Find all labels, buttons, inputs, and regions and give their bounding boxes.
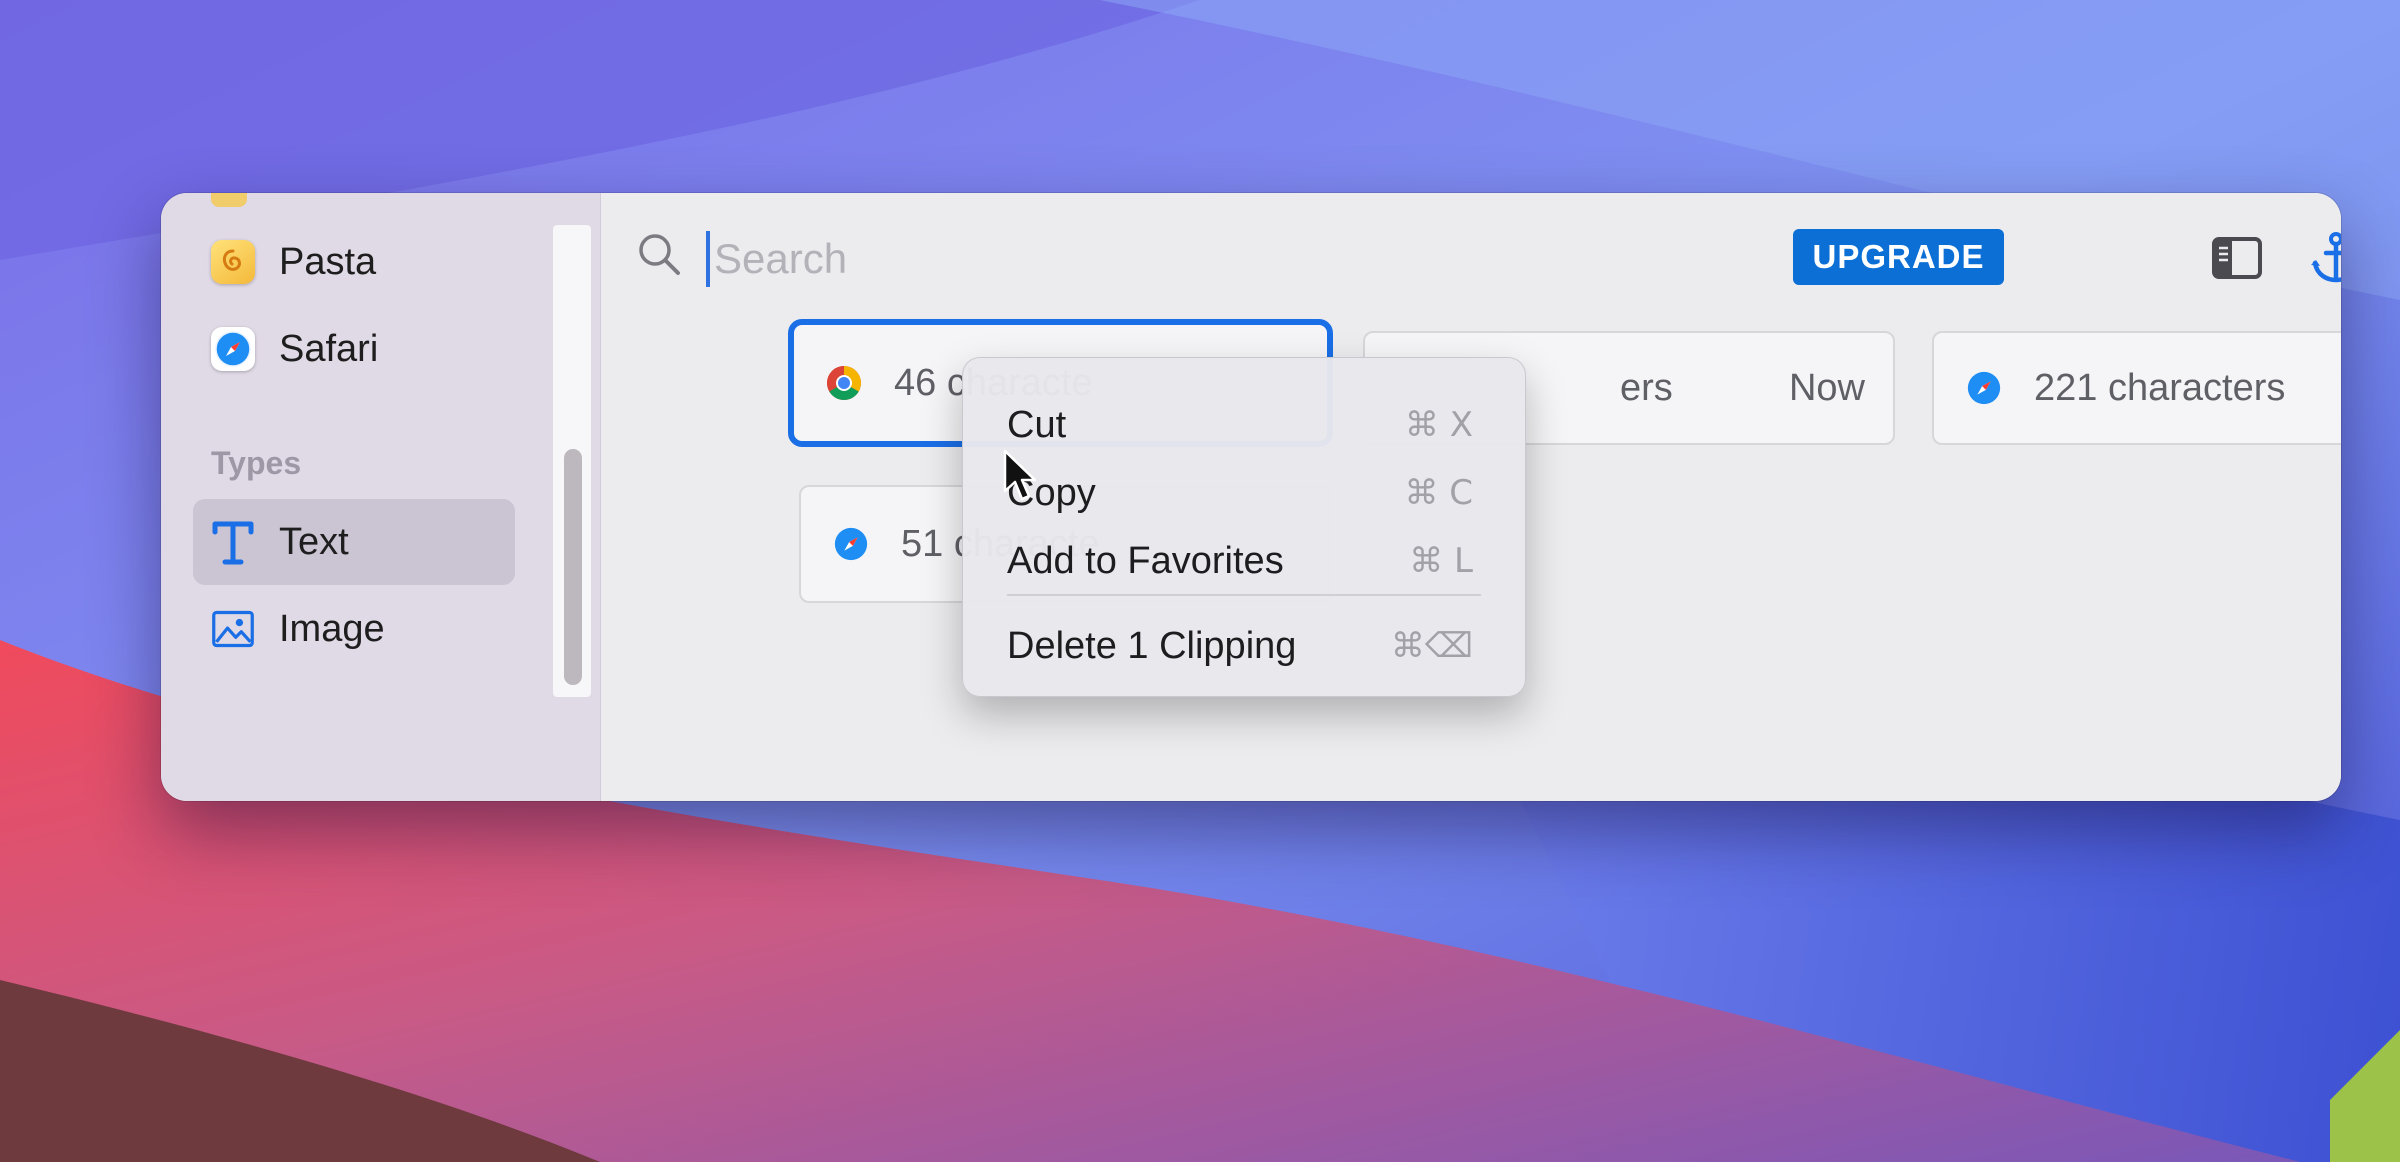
search-icon xyxy=(636,231,682,282)
sidebar-toggle-icon[interactable] xyxy=(2206,227,2268,289)
menu-item-label: Delete 1 Clipping xyxy=(1007,624,1297,667)
sidebar-item-label: Safari xyxy=(279,327,379,370)
menu-item-add-to-favorites[interactable]: Add to Favorites ⌘ L xyxy=(1007,530,1481,592)
clipping-time: Now xyxy=(1788,366,1865,409)
pasta-app-icon xyxy=(211,240,255,284)
anchor-icon[interactable] xyxy=(2305,227,2341,289)
clipping-summary: ers xyxy=(1620,366,1673,409)
sidebar-item-safari[interactable]: Safari xyxy=(193,306,515,392)
upgrade-button[interactable]: UPGRADE xyxy=(1793,229,2004,285)
sidebar-scrollbar-thumb[interactable] xyxy=(564,449,582,685)
mouse-pointer-icon xyxy=(1003,449,1037,501)
menu-item-label: Cut xyxy=(1007,403,1067,446)
chrome-icon xyxy=(824,363,864,403)
context-menu: Cut ⌘ X Copy ⌘ C Add to Favorites ⌘ L De… xyxy=(962,357,1526,697)
menu-item-copy[interactable]: Copy ⌘ C xyxy=(1007,462,1481,524)
sidebar-item-label: Image xyxy=(279,607,385,650)
menu-item-cut[interactable]: Cut ⌘ X xyxy=(1007,394,1481,456)
menu-item-delete-clipping[interactable]: Delete 1 Clipping ⌘⌫ xyxy=(1007,615,1481,677)
menu-shortcut: ⌘ L xyxy=(1409,541,1473,581)
chrome-app-icon xyxy=(211,193,247,207)
sidebar: Pasta Safari Types Text Image xyxy=(161,193,601,801)
search-input[interactable] xyxy=(714,229,1614,289)
clipping-summary: 221 characters xyxy=(2034,366,2286,409)
sidebar-item-label: Pasta xyxy=(279,240,377,283)
safari-compass-icon xyxy=(211,327,255,371)
safari-compass-icon xyxy=(831,524,871,564)
menu-item-label: Add to Favorites xyxy=(1007,539,1284,582)
menu-separator xyxy=(1007,594,1481,596)
sidebar-item-pasta[interactable]: Pasta xyxy=(193,219,515,305)
sidebar-item-image[interactable]: Image xyxy=(193,586,515,672)
text-t-icon xyxy=(211,518,255,566)
sidebar-item-label: Text xyxy=(279,520,349,563)
pasta-window: Pasta Safari Types Text Image Search UPG… xyxy=(161,193,2341,801)
safari-compass-icon xyxy=(1964,368,2004,408)
types-section-title: Types xyxy=(211,445,302,481)
text-caret xyxy=(706,231,710,287)
menu-shortcut: ⌘ C xyxy=(1404,473,1473,513)
clipping-card[interactable]: 221 characters 4m xyxy=(1932,331,2341,445)
sidebar-item-text[interactable]: Text xyxy=(193,499,515,585)
image-icon xyxy=(211,608,255,650)
menu-shortcut: ⌘⌫ xyxy=(1390,626,1473,666)
menu-shortcut: ⌘ X xyxy=(1404,405,1473,445)
